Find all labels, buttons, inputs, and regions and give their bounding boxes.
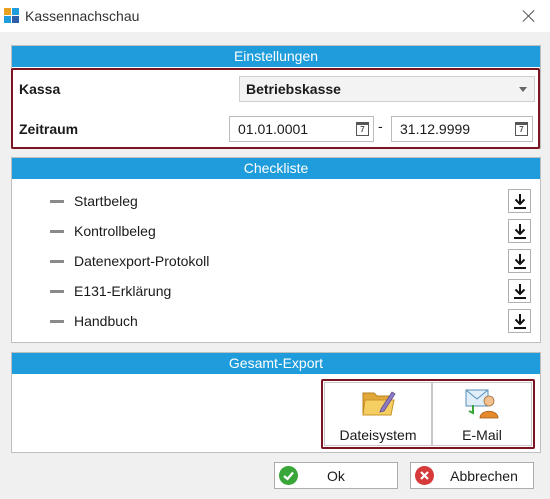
list-item: Datenexport-Protokoll <box>50 250 209 272</box>
download-button-handbuch[interactable] <box>508 309 531 333</box>
checklist-item-label: Kontrollbeleg <box>74 223 156 239</box>
export-email-button[interactable]: E-Mail <box>432 382 532 446</box>
chevron-down-icon <box>519 87 527 92</box>
kassa-value: Betriebskasse <box>246 81 341 97</box>
email-label: E-Mail <box>462 427 502 443</box>
bullet-icon <box>50 229 64 233</box>
list-item: E131-Erklärung <box>50 280 171 302</box>
download-icon <box>514 284 526 299</box>
checklist-item-label: Datenexport-Protokoll <box>74 253 210 269</box>
date-from-value: 01.01.0001 <box>238 121 309 137</box>
list-item: Kontrollbeleg <box>50 220 156 242</box>
period-label: Zeitraum <box>19 121 79 137</box>
download-icon <box>514 194 526 209</box>
bullet-icon <box>50 259 64 263</box>
calendar-icon[interactable]: 7 <box>356 122 369 136</box>
checklist-item-label: E131-Erklärung <box>74 283 172 299</box>
date-separator: - <box>378 118 383 134</box>
checklist-header: Checkliste <box>12 158 540 179</box>
download-icon <box>514 314 526 329</box>
folder-icon <box>362 391 396 416</box>
list-item: Handbuch <box>50 310 138 332</box>
bullet-icon <box>50 319 64 323</box>
date-to-value: 31.12.9999 <box>400 121 471 137</box>
date-from-field[interactable]: 01.01.0001 7 <box>229 116 374 142</box>
cancel-button[interactable]: Abbrechen <box>410 462 534 489</box>
kassa-label: Kassa <box>19 81 61 97</box>
ok-button[interactable]: Ok <box>274 462 398 489</box>
window-title: Kassennachschau <box>25 8 140 24</box>
ok-label: Ok <box>327 467 345 484</box>
download-button-kontrollbeleg[interactable] <box>508 219 531 243</box>
cancel-label: Abbrechen <box>450 467 518 484</box>
bullet-icon <box>50 289 64 293</box>
cancel-icon <box>415 466 434 485</box>
app-icon <box>4 8 20 24</box>
kassa-select[interactable]: Betriebskasse <box>239 76 535 102</box>
export-filesystem-button[interactable]: Dateisystem <box>324 382 432 446</box>
date-to-field[interactable]: 31.12.9999 7 <box>391 116 533 142</box>
settings-header: Einstellungen <box>12 46 540 67</box>
download-button-startbeleg[interactable] <box>508 189 531 213</box>
filesystem-label: Dateisystem <box>339 427 417 443</box>
calendar-icon[interactable]: 7 <box>515 122 528 136</box>
checklist-item-label: Startbeleg <box>74 193 138 209</box>
checklist-item-label: Handbuch <box>74 313 138 329</box>
close-icon[interactable] <box>518 5 540 27</box>
list-item: Startbeleg <box>50 190 138 212</box>
download-icon <box>514 254 526 269</box>
download-button-datenexport[interactable] <box>508 249 531 273</box>
title-bar: Kassennachschau <box>0 0 550 32</box>
download-icon <box>514 224 526 239</box>
export-header: Gesamt-Export <box>12 353 540 374</box>
download-button-e131[interactable] <box>508 279 531 303</box>
email-user-icon <box>465 389 499 419</box>
bullet-icon <box>50 199 64 203</box>
